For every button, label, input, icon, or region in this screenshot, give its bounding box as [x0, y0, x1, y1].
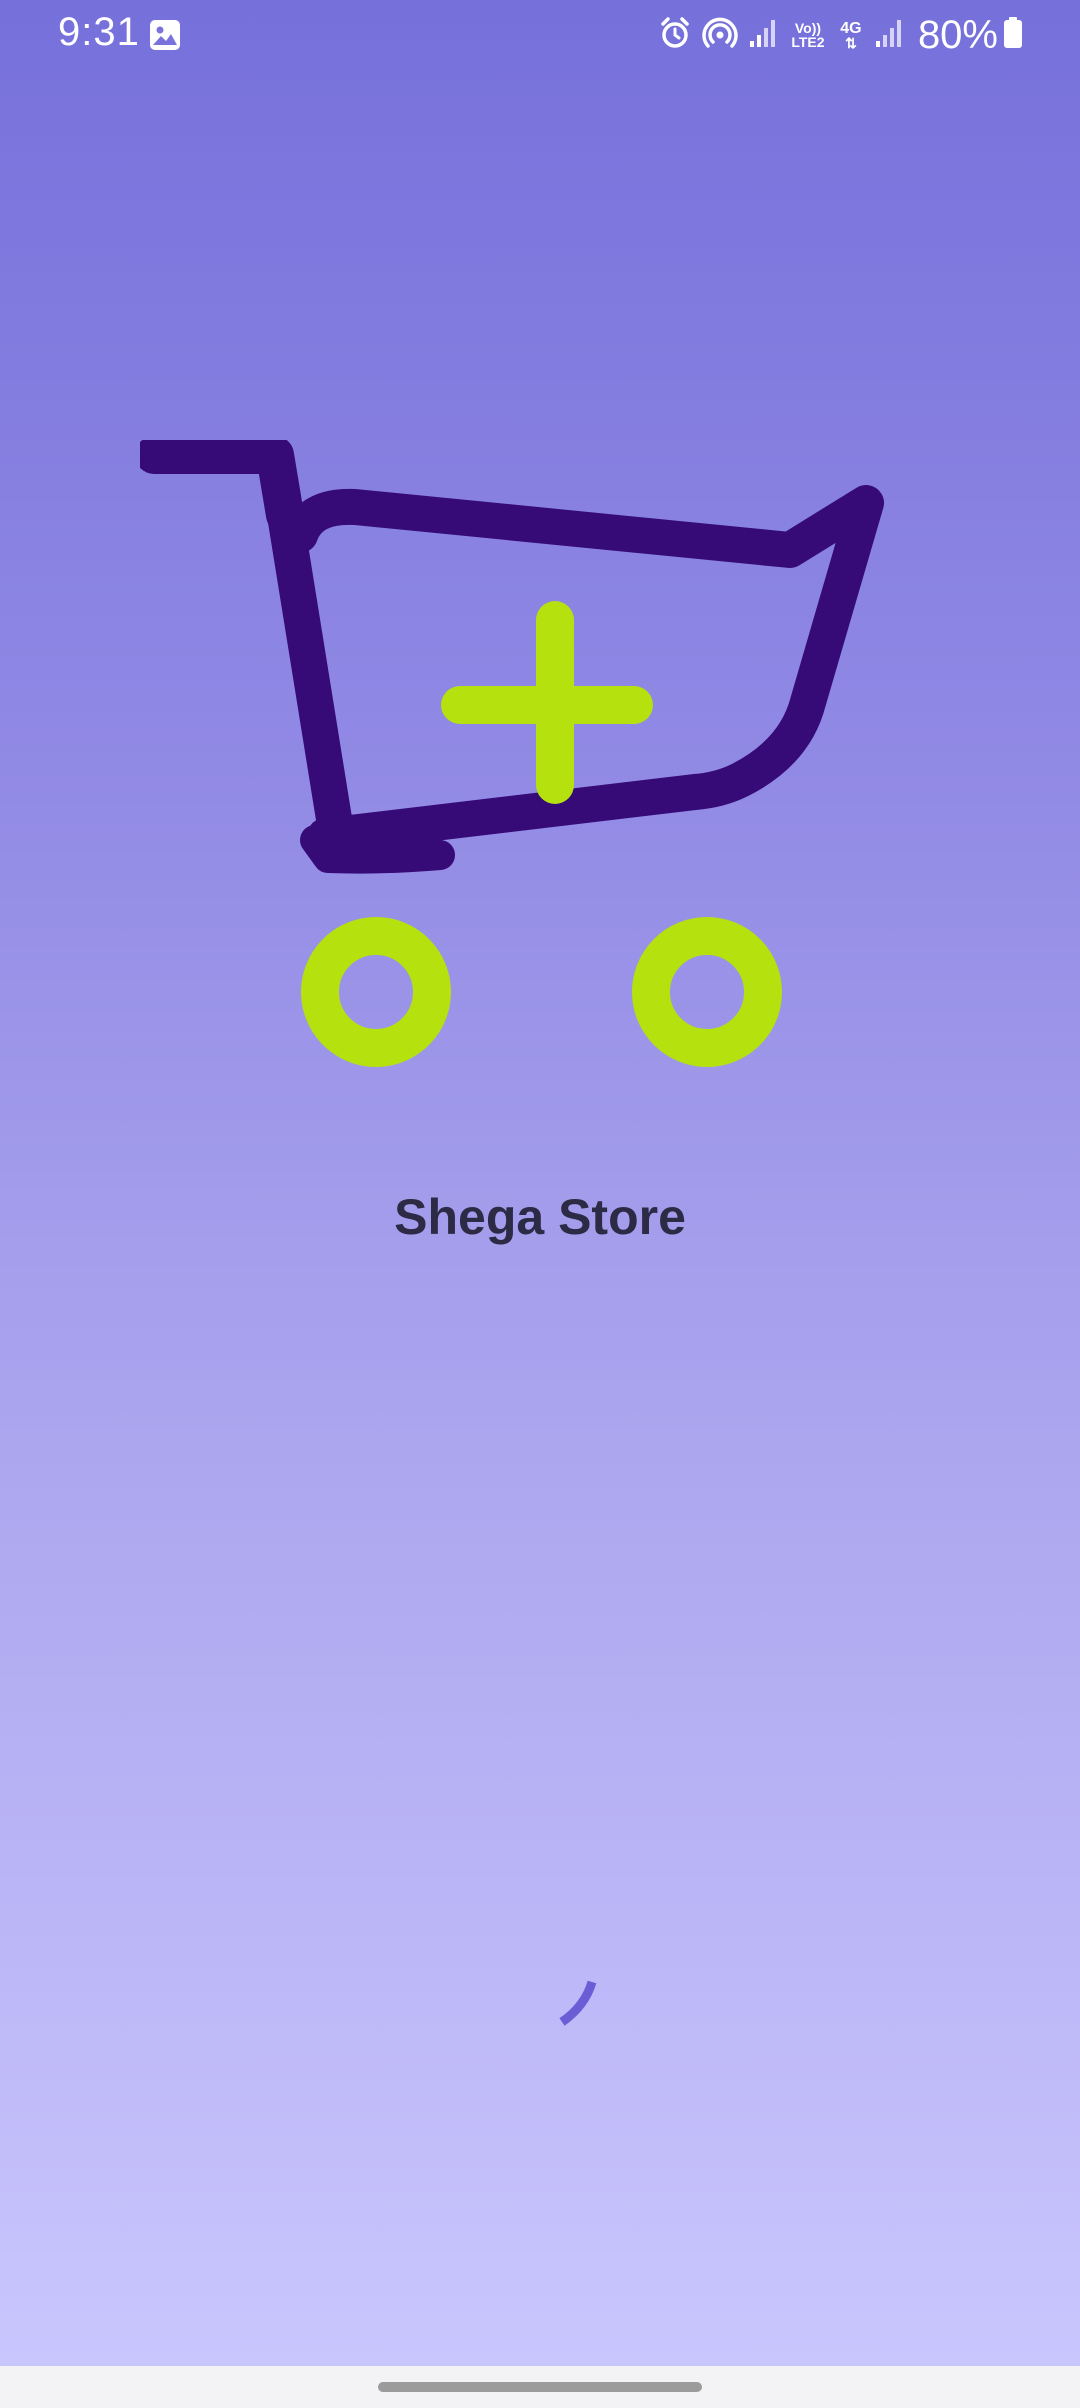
app-logo [135, 436, 900, 1080]
data-4g-icon: 4G ⇅ [840, 19, 862, 51]
signal-icon [874, 17, 904, 54]
status-bar: 9:31 Vo)) LTE2 4G ⇅ 80% [0, 0, 1080, 72]
alarm-icon [658, 16, 692, 55]
gallery-icon [148, 18, 182, 57]
hotspot-icon [702, 16, 738, 55]
loading-spinner [540, 1968, 600, 2033]
status-icons: Vo)) LTE2 4G ⇅ 80% [648, 10, 1024, 60]
signal-icon [748, 17, 778, 54]
battery-percentage: 80% [917, 12, 998, 57]
home-indicator[interactable] [378, 2382, 702, 2392]
status-time: 9:31 [58, 10, 140, 54]
app-name: Shega Store [394, 1189, 686, 1245]
navigation-bar [0, 2366, 1080, 2408]
shopping-cart-plus-icon [135, 436, 884, 1067]
battery-icon [1002, 16, 1024, 55]
volte-icon: Vo)) LTE2 [791, 20, 825, 50]
